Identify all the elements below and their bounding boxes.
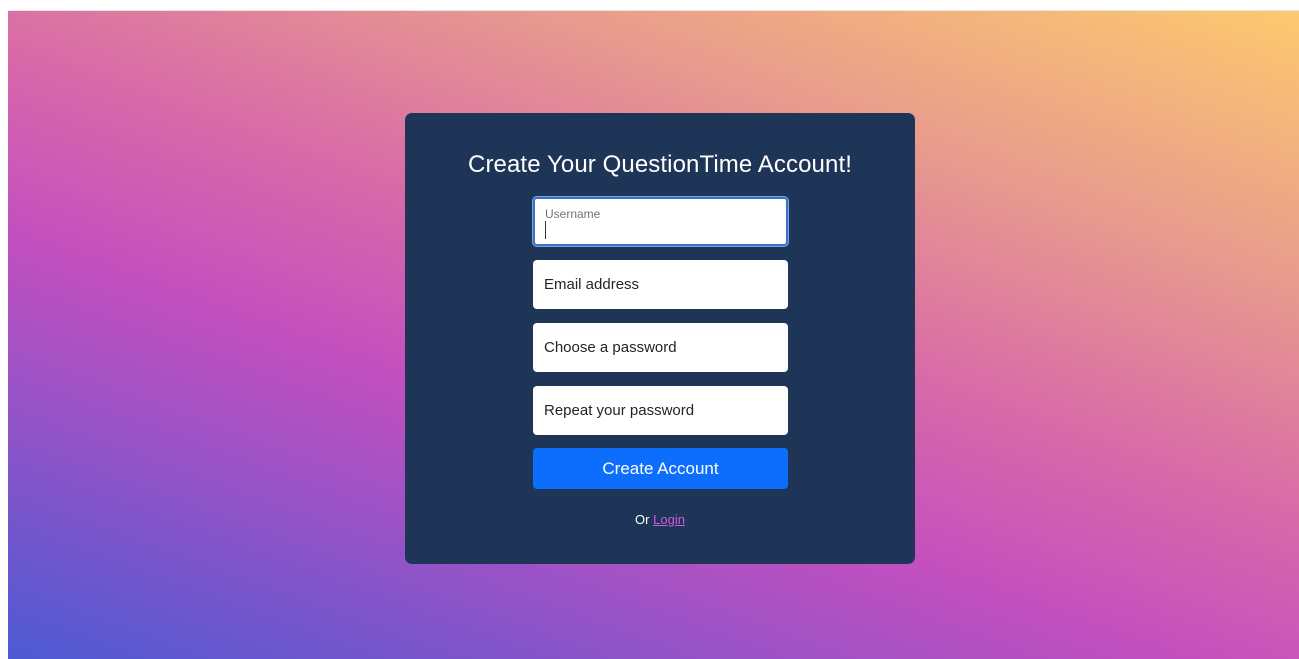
text-cursor — [545, 221, 546, 239]
page-title: Create Your QuestionTime Account! — [468, 151, 852, 178]
signup-card: Create Your QuestionTime Account! Userna… — [405, 113, 915, 564]
password-placeholder: Choose a password — [544, 339, 677, 356]
username-field[interactable]: Username — [533, 197, 788, 246]
repeat-password-field[interactable]: Repeat your password — [533, 386, 788, 435]
or-text: Or — [635, 512, 650, 527]
browser-top-edge — [0, 0, 1299, 11]
create-account-button[interactable]: Create Account — [533, 448, 788, 489]
page-left-edge — [0, 0, 8, 659]
password-field[interactable]: Choose a password — [533, 323, 788, 372]
username-label: Username — [545, 207, 601, 221]
email-field[interactable]: Email address — [533, 260, 788, 309]
email-placeholder: Email address — [544, 276, 640, 293]
login-prompt: Or Login — [405, 512, 915, 527]
login-link[interactable]: Login — [653, 512, 685, 527]
repeat-password-placeholder: Repeat your password — [544, 402, 695, 419]
